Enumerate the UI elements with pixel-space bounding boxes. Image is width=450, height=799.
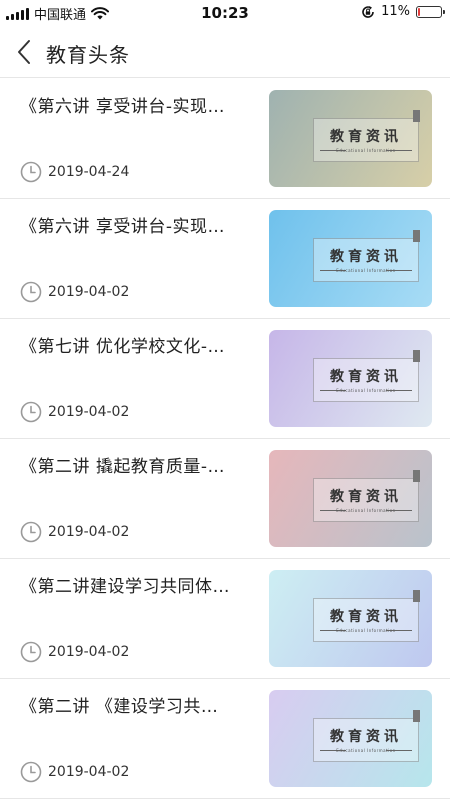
news-thumbnail[interactable]: 教育资讯 Educational Information bbox=[269, 450, 432, 547]
news-item[interactable]: 《第六讲 享受讲台-实现… 2019-04-24 教育资讯 Educationa… bbox=[0, 79, 450, 199]
thumbnail-card: 教育资讯 Educational Information bbox=[313, 358, 419, 402]
news-item[interactable]: 《第二讲建设学习共同体… 2019-04-02 教育资讯 Educational… bbox=[0, 559, 450, 679]
battery-icon bbox=[416, 5, 445, 18]
rotation-lock-icon bbox=[362, 5, 374, 18]
back-button[interactable] bbox=[6, 34, 42, 70]
thumbnail-bookmark-icon bbox=[413, 590, 420, 602]
news-title[interactable]: 《第七讲 优化学校文化-… bbox=[20, 332, 248, 357]
thumbnail-bookmark-icon bbox=[413, 470, 420, 482]
clock-icon bbox=[20, 641, 42, 663]
news-title[interactable]: 《第二讲 《建设学习共… bbox=[20, 692, 248, 717]
news-date: 2019-04-02 bbox=[48, 284, 130, 300]
clock-icon bbox=[20, 161, 42, 183]
news-meta: 2019-04-02 bbox=[20, 281, 129, 303]
news-meta: 2019-04-02 bbox=[20, 641, 129, 663]
news-item[interactable]: 《第六讲 享受讲台-实现… 2019-04-02 教育资讯 Educationa… bbox=[0, 199, 450, 319]
news-thumbnail[interactable]: 教育资讯 Educational Information bbox=[269, 330, 432, 427]
thumbnail-card: 教育资讯 Educational Information bbox=[313, 118, 419, 162]
news-title[interactable]: 《第六讲 享受讲台-实现… bbox=[20, 92, 248, 117]
news-meta: 2019-04-24 bbox=[20, 161, 129, 183]
news-thumbnail[interactable]: 教育资讯 Educational Information bbox=[269, 690, 432, 787]
thumbnail-card: 教育资讯 Educational Information bbox=[313, 718, 419, 762]
clock-icon bbox=[20, 401, 42, 423]
thumbnail-label: 教育资讯 bbox=[330, 489, 402, 505]
clock-icon bbox=[20, 281, 42, 303]
nav-bar: 教育头条 bbox=[0, 26, 450, 78]
battery-percent: 11% bbox=[381, 4, 410, 19]
news-item[interactable]: 《第七讲 优化学校文化-… 2019-04-02 教育资讯 Educationa… bbox=[0, 319, 450, 439]
thumbnail-label: 教育资讯 bbox=[330, 129, 402, 145]
thumbnail-bookmark-icon bbox=[413, 350, 420, 362]
status-bar: 中国联通 10:23 11% bbox=[0, 0, 450, 26]
news-item[interactable]: 《第二讲 撬起教育质量-… 2019-04-02 教育资讯 Educationa… bbox=[0, 439, 450, 559]
news-meta: 2019-04-02 bbox=[20, 761, 129, 783]
news-thumbnail[interactable]: 教育资讯 Educational Information bbox=[269, 210, 432, 307]
chevron-left-icon bbox=[18, 40, 30, 64]
thumbnail-bookmark-icon bbox=[413, 230, 420, 242]
thumbnail-card: 教育资讯 Educational Information bbox=[313, 598, 419, 642]
news-item[interactable]: 《第二讲 《建设学习共… 2019-04-02 教育资讯 Educational… bbox=[0, 679, 450, 799]
thumbnail-card: 教育资讯 Educational Information bbox=[313, 478, 419, 522]
news-date: 2019-04-02 bbox=[48, 404, 130, 420]
clock-icon bbox=[20, 521, 42, 543]
news-meta: 2019-04-02 bbox=[20, 521, 129, 543]
clock-icon bbox=[20, 761, 42, 783]
thumbnail-label: 教育资讯 bbox=[330, 369, 402, 385]
news-list: 《第六讲 享受讲台-实现… 2019-04-24 教育资讯 Educationa… bbox=[0, 79, 450, 799]
news-date: 2019-04-02 bbox=[48, 644, 130, 660]
news-title[interactable]: 《第二讲建设学习共同体… bbox=[20, 572, 248, 597]
news-title[interactable]: 《第二讲 撬起教育质量-… bbox=[20, 452, 248, 477]
news-thumbnail[interactable]: 教育资讯 Educational Information bbox=[269, 570, 432, 667]
thumbnail-label: 教育资讯 bbox=[330, 729, 402, 745]
thumbnail-bookmark-icon bbox=[413, 110, 420, 122]
thumbnail-card: 教育资讯 Educational Information bbox=[313, 238, 419, 282]
news-date: 2019-04-02 bbox=[48, 524, 130, 540]
page-title: 教育头条 bbox=[46, 43, 130, 67]
thumbnail-bookmark-icon bbox=[413, 710, 420, 722]
news-date: 2019-04-24 bbox=[48, 164, 130, 180]
news-thumbnail[interactable]: 教育资讯 Educational Information bbox=[269, 90, 432, 187]
news-meta: 2019-04-02 bbox=[20, 401, 129, 423]
news-date: 2019-04-02 bbox=[48, 764, 130, 780]
thumbnail-label: 教育资讯 bbox=[330, 609, 402, 625]
news-title[interactable]: 《第六讲 享受讲台-实现… bbox=[20, 212, 248, 237]
thumbnail-label: 教育资讯 bbox=[330, 249, 402, 265]
